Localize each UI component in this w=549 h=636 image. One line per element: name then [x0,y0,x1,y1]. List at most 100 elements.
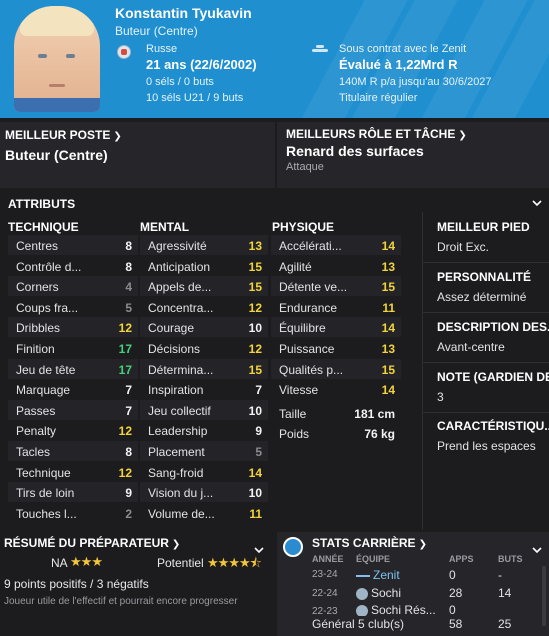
best-foot-value: Droit Exc. [437,240,490,254]
sochi-club-icon [356,587,368,600]
attributes-title: ATTRIBUTS [8,197,76,211]
physical-attribute-row[interactable]: Endurance 11 [271,297,401,317]
player-name[interactable]: Konstantin Tyukavin [115,5,252,21]
mental-attribute-row[interactable]: Détermina... 15 [140,358,268,379]
physical-attribute-row[interactable]: Détente ve... 15 [271,276,401,297]
mental-attribute-row[interactable]: Vision du j... 10 [140,482,268,503]
physical-attribute-label: Détente ve... [279,280,348,295]
career-row-1-year: 23-24 [312,569,338,580]
player-portrait [14,6,100,112]
best-position-panel[interactable]: MEILLEUR POSTE ❯ Buteur (Centre) [0,122,275,188]
coach-report-header[interactable]: RÉSUMÉ DU PRÉPARATEUR ❯ [4,536,180,550]
technical-attribute-row[interactable]: Tacles 8 [8,441,138,461]
physical-attribute-row[interactable]: Qualités p... 15 [271,358,401,379]
career-row-3-team[interactable]: Sochi Rés... [356,603,436,617]
technical-attribute-row[interactable]: Technique 12 [8,462,138,482]
mental-attribute-value: 10 [248,403,262,418]
chevron-down-icon[interactable] [532,198,542,208]
best-foot-label: MEILLEUR PIED [437,220,530,234]
physical-attribute-value: 14 [381,383,395,398]
mental-attribute-row[interactable]: Sang-froid 14 [140,462,268,482]
physical-attribute-value: 15 [381,280,395,295]
career-goals-header: BUTS [498,554,523,564]
chevron-right-icon: ❯ [113,131,122,142]
physical-attribute-value: 15 [381,362,395,377]
career-row-1-goals: - [498,568,502,582]
mental-attribute-label: Concentra... [148,300,214,315]
mental-attribute-row[interactable]: Appels de... 15 [140,276,268,297]
career-scrollbar[interactable] [542,566,546,626]
technical-attribute-row[interactable]: Finition 17 [8,338,138,358]
mental-attribute-row[interactable]: Concentra... 12 [140,297,268,317]
mental-attribute-row[interactable]: Courage 10 [140,317,268,338]
mental-attribute-row[interactable]: Jeu collectif 10 [140,399,268,420]
potential-ability-label: Potentiel [157,556,204,570]
mental-attribute-value: 15 [248,259,262,274]
chevron-down-icon[interactable] [532,545,542,555]
technical-attribute-label: Marquage [16,383,71,398]
technical-attribute-row[interactable]: Coups fra... 5 [8,297,138,317]
description-value: Avant-centre [437,340,505,354]
mental-attribute-value: 7 [255,383,262,398]
weight-value: 76 kg [364,427,395,441]
potential-star-full-icon: ★ [217,555,230,570]
chevron-right-icon: ❯ [458,130,467,141]
physical-attribute-label: Puissance [279,342,335,356]
technical-attribute-row[interactable]: Marquage 7 [8,379,138,399]
mental-attribute-row[interactable]: Décisions 12 [140,338,268,358]
mental-attribute-row[interactable]: Anticipation 15 [140,256,268,276]
technical-attribute-row[interactable]: Passes 7 [8,399,138,420]
career-row-2-year: 22-24 [312,588,338,599]
mental-attribute-value: 11 [249,506,262,521]
mental-attribute-label: Courage [148,321,195,336]
technical-attribute-row[interactable]: Contrôle d... 8 [8,256,138,276]
mental-attribute-label: Sang-froid [148,465,204,480]
best-position-header[interactable]: MEILLEUR POSTE ❯ [5,128,122,142]
technical-attribute-row[interactable]: Tirs de loin 9 [8,482,138,503]
mental-attribute-label: Anticipation [148,259,211,274]
best-position-value: Buteur (Centre) [5,147,108,163]
physical-attribute-label: Qualités p... [279,362,344,377]
physical-attribute-row[interactable]: Agilité 13 [271,256,401,276]
description-label: DESCRIPTION DES... [437,320,549,334]
mental-attribute-row[interactable]: Leadership 9 [140,420,268,440]
mental-attribute-value: 10 [248,321,262,336]
player-status: Titulaire régulier [339,92,418,104]
coach-note: Joueur utile de l'effectif et pourrait e… [4,596,238,607]
traits-value: Prend les espaces [437,439,536,453]
height-value: 181 cm [354,407,395,421]
potential-star-full-icon: ★ [207,555,219,570]
mental-attribute-row[interactable]: Placement 5 [140,441,268,461]
technical-attribute-value: 8 [125,239,132,253]
career-row-3-apps: 0 [449,603,456,617]
career-row-1-team[interactable]: Zenit [356,568,400,582]
physical-attribute-row[interactable]: Accélérati... 14 [271,235,401,255]
physical-attribute-row[interactable]: Puissance 13 [271,338,401,358]
best-role-panel[interactable]: MEILLEURS RÔLE ET TÂCHE ❯ Renard des surf… [277,122,549,188]
traits-section: CARACTÉRISTIQU... Prend les espaces [422,412,549,530]
technical-attribute-row[interactable]: Dribbles 12 [8,317,138,338]
current-ability-label: NA [51,556,68,570]
technical-heading: TECHNIQUE [8,220,79,234]
career-total-apps: 58 [449,617,463,631]
goalkeeper-rating-value: 3 [437,390,444,404]
mental-attribute-value: 15 [248,280,262,295]
best-role-header[interactable]: MEILLEURS RÔLE ET TÂCHE ❯ [286,127,467,141]
mental-attribute-value: 15 [248,362,262,377]
physical-attribute-row[interactable]: Équilibre 14 [271,317,401,338]
potential-star-full-icon: ★ [238,555,251,570]
mental-attribute-row[interactable]: Agressivité 13 [140,235,268,255]
physical-attribute-row[interactable]: Vitesse 14 [271,379,401,399]
mental-attribute-row[interactable]: Inspiration 7 [140,379,268,399]
technical-attribute-row[interactable]: Corners 4 [8,276,138,297]
technical-attribute-row[interactable]: Touches l... 2 [8,503,138,523]
goalkeeper-rating-section: NOTE (GARDIEN DE... 3 [422,362,549,412]
player-nationality[interactable]: Russe [146,43,177,55]
career-row-2-team[interactable]: Sochi [356,586,401,600]
player-contract[interactable]: Sous contrat avec le Zenit [339,43,466,55]
technical-attribute-row[interactable]: Centres 8 [8,235,138,255]
technical-attribute-row[interactable]: Jeu de tête 17 [8,358,138,379]
technical-attribute-row[interactable]: Penalty 12 [8,420,138,440]
mental-attribute-row[interactable]: Volume de... 11 [140,503,268,523]
career-stats-header[interactable]: STATS CARRIÈRE ❯ [312,536,427,550]
